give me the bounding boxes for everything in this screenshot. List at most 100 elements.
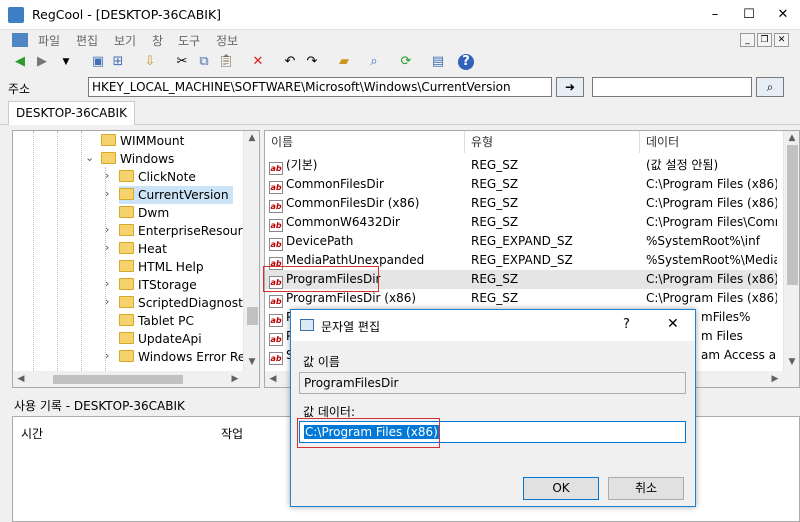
table-row[interactable]: ab DevicePath REG_EXPAND_SZ %SystemRoot%\in… xyxy=(265,232,777,251)
chevron-right-icon[interactable]: › xyxy=(105,295,109,308)
scroll-right-icon[interactable]: ▶ xyxy=(769,374,781,384)
mdi-minimize-button[interactable]: _ xyxy=(740,33,755,47)
table-row[interactable]: ab (기본) REG_SZ (값 설정 안됨) xyxy=(265,156,777,175)
tree-item-heat[interactable]: Heat xyxy=(119,240,167,258)
highlight-box xyxy=(263,266,379,292)
address-input[interactable]: HKEY_LOCAL_MACHINE\SOFTWARE\Microsoft\Wi… xyxy=(88,77,552,97)
menu-window[interactable]: 창 xyxy=(152,32,163,49)
column-header-name[interactable]: 이름 xyxy=(265,131,465,153)
history-column-action[interactable]: 작업 xyxy=(221,425,243,442)
column-header-type[interactable]: 유형 xyxy=(465,131,640,153)
back-icon[interactable]: ◀ xyxy=(10,52,30,72)
forward-icon[interactable]: ▶ xyxy=(32,52,52,72)
chevron-right-icon[interactable]: › xyxy=(105,169,109,182)
tree-item-wimmount[interactable]: WIMMount xyxy=(101,132,184,150)
scroll-up-icon[interactable]: ▲ xyxy=(784,133,799,143)
tree-item-dwm[interactable]: Dwm xyxy=(119,204,169,222)
tree-item-itstorage[interactable]: ITStorage xyxy=(119,276,197,294)
tree-item-updateapi[interactable]: UpdateApi xyxy=(119,330,202,348)
scroll-thumb[interactable] xyxy=(53,375,183,384)
registry-tree: WIMMount ⌄ Windows › ClickNote › Current… xyxy=(12,130,260,388)
redo-icon[interactable]: ↷ xyxy=(302,52,322,72)
folder-icon xyxy=(119,350,134,362)
menu-tools[interactable]: 도구 xyxy=(178,32,200,49)
folder-icon xyxy=(101,152,116,164)
string-value-icon: ab xyxy=(269,219,283,232)
menu-info[interactable]: 정보 xyxy=(216,32,238,49)
string-value-icon: ab xyxy=(269,200,283,213)
search-input[interactable] xyxy=(592,77,752,97)
dialog-title: 문자열 편집 xyxy=(321,320,381,334)
chevron-down-icon[interactable]: ⌄ xyxy=(85,151,94,164)
tree-item-tabletpc[interactable]: Tablet PC xyxy=(119,312,194,330)
tree-horizontal-scrollbar[interactable]: ◀ ▶ xyxy=(13,371,259,387)
mdi-restore-button[interactable]: ❐ xyxy=(757,33,772,47)
dialog-close-button[interactable]: ✕ xyxy=(667,316,679,332)
window-title: RegCool - [DESKTOP-36CABIK] xyxy=(32,7,222,22)
scroll-left-icon[interactable]: ◀ xyxy=(15,374,27,384)
string-value-icon: ab xyxy=(269,333,283,346)
copy-icon[interactable]: ⧉ xyxy=(194,52,214,72)
folder-icon xyxy=(101,134,116,146)
options-icon[interactable]: ▤ xyxy=(428,52,448,72)
undo-icon[interactable]: ↶ xyxy=(280,52,300,72)
cancel-button[interactable]: 취소 xyxy=(608,477,684,500)
table-row[interactable]: ab CommonW6432Dir REG_SZ C:\Program Files\C… xyxy=(265,213,777,232)
tree-item-windows[interactable]: Windows xyxy=(101,150,174,168)
menu-view[interactable]: 보기 xyxy=(114,32,136,49)
scroll-thumb[interactable] xyxy=(247,307,258,325)
network-icon[interactable]: ⊞ xyxy=(108,52,128,72)
help-icon[interactable]: ? xyxy=(458,54,474,70)
minimize-button[interactable]: – xyxy=(698,0,732,30)
chevron-right-icon[interactable]: › xyxy=(105,223,109,236)
tree-item-windowserrorreporting[interactable]: Windows Error Rep xyxy=(119,348,253,366)
string-value-icon: ab xyxy=(269,352,283,365)
tree-vertical-scrollbar[interactable]: ▲ ▼ xyxy=(243,131,259,371)
folder-icon xyxy=(119,314,134,326)
tree-item-htmlhelp[interactable]: HTML Help xyxy=(119,258,204,276)
chevron-right-icon[interactable]: › xyxy=(105,277,109,290)
new-key-icon[interactable]: ▰ xyxy=(334,52,354,72)
find-icon[interactable]: ⌕ xyxy=(364,52,384,72)
menu-edit[interactable]: 편집 xyxy=(76,32,98,49)
tab-desktop[interactable]: DESKTOP-36CABIK xyxy=(8,101,135,125)
column-header-data[interactable]: 데이터 xyxy=(640,131,780,153)
history-title: 사용 기록 - DESKTOP-36CABIK xyxy=(14,399,185,413)
close-button[interactable]: ✕ xyxy=(766,0,800,30)
go-arrow-icon[interactable]: ➜ xyxy=(556,77,584,97)
value-name-label: 값 이름 xyxy=(303,355,340,369)
paste-icon[interactable]: 📋︎ xyxy=(216,52,236,72)
string-value-icon: ab xyxy=(269,314,283,327)
scroll-right-icon[interactable]: ▶ xyxy=(229,374,241,384)
cut-icon[interactable]: ✂ xyxy=(172,52,192,72)
scroll-thumb[interactable] xyxy=(787,145,798,285)
refresh-icon[interactable]: ⟳ xyxy=(396,52,416,72)
scroll-left-icon[interactable]: ◀ xyxy=(267,374,279,384)
menu-file[interactable]: 파일 xyxy=(38,32,60,49)
dialog-help-button[interactable]: ? xyxy=(623,317,630,332)
folder-icon xyxy=(119,278,134,290)
scroll-down-icon[interactable]: ▼ xyxy=(244,357,259,367)
tree-item-currentversion[interactable]: CurrentVersion xyxy=(119,186,233,204)
chevron-right-icon[interactable]: › xyxy=(105,349,109,362)
scroll-up-icon[interactable]: ▲ xyxy=(244,133,259,143)
maximize-button[interactable]: ☐ xyxy=(732,0,766,30)
table-row[interactable]: ab CommonFilesDir (x86) REG_SZ C:\Program F… xyxy=(265,194,777,213)
chevron-right-icon[interactable]: › xyxy=(105,187,109,200)
string-value-icon: ab xyxy=(269,295,283,308)
tree-item-scripteddiagnostic[interactable]: ScriptedDiagnostic xyxy=(119,294,253,312)
chevron-right-icon[interactable]: › xyxy=(105,241,109,254)
scroll-down-icon[interactable]: ▼ xyxy=(784,357,799,367)
tree-item-enterpriseresource[interactable]: EnterpriseResource xyxy=(119,222,257,240)
mdi-close-button[interactable]: ✕ xyxy=(774,33,789,47)
computer-icon[interactable]: ▣ xyxy=(88,52,108,72)
table-row[interactable]: ab CommonFilesDir REG_SZ C:\Program Files (… xyxy=(265,175,777,194)
import-icon[interactable]: ⇩ xyxy=(140,52,160,72)
list-vertical-scrollbar[interactable]: ▲ ▼ xyxy=(783,131,799,371)
search-icon[interactable]: ⌕ xyxy=(756,77,784,97)
ok-button[interactable]: OK xyxy=(523,477,599,500)
history-column-time[interactable]: 시간 xyxy=(21,425,43,442)
tree-item-clicknote[interactable]: ClickNote xyxy=(119,168,196,186)
history-dropdown-icon[interactable]: ▼ xyxy=(56,52,76,72)
delete-icon[interactable]: ✕ xyxy=(248,52,268,72)
